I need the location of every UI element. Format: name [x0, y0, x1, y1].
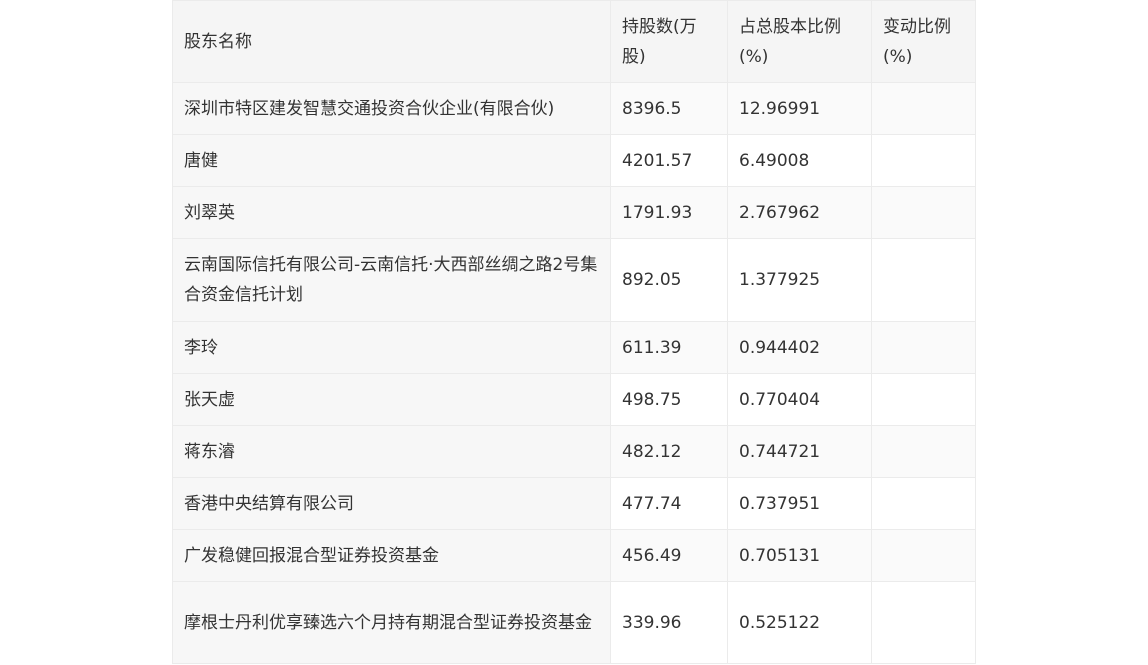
cell-change: [871, 238, 976, 322]
header-ratio: 占总股本比例(%): [727, 0, 872, 83]
table-row: 蒋东濬 482.12 0.744721: [172, 425, 976, 478]
cell-change: [871, 529, 976, 582]
header-shareholder-name: 股东名称: [172, 0, 611, 83]
cell-ratio: 0.770404: [727, 373, 872, 426]
cell-shareholder-name: 摩根士丹利优享臻选六个月持有期混合型证券投资基金: [172, 581, 611, 664]
cell-change: [871, 321, 976, 374]
shareholders-table-container: 股东名称 持股数(万股) 占总股本比例(%) 变动比例(%) 深圳市特区建发智慧…: [172, 0, 976, 664]
table-header-row: 股东名称 持股数(万股) 占总股本比例(%) 变动比例(%): [172, 0, 976, 83]
cell-shares: 456.49: [610, 529, 728, 582]
table-row: 深圳市特区建发智慧交通投资合伙企业(有限合伙) 8396.5 12.96991: [172, 82, 976, 135]
cell-change: [871, 425, 976, 478]
cell-shareholder-name: 张天虚: [172, 373, 611, 426]
table-row: 香港中央结算有限公司 477.74 0.737951: [172, 477, 976, 530]
cell-ratio: 0.737951: [727, 477, 872, 530]
cell-shareholder-name: 广发稳健回报混合型证券投资基金: [172, 529, 611, 582]
cell-shares: 1791.93: [610, 186, 728, 239]
cell-ratio: 12.96991: [727, 82, 872, 135]
cell-ratio: 0.705131: [727, 529, 872, 582]
cell-shareholder-name: 李玲: [172, 321, 611, 374]
table-row: 广发稳健回报混合型证券投资基金 456.49 0.705131: [172, 529, 976, 582]
table-row: 摩根士丹利优享臻选六个月持有期混合型证券投资基金 339.96 0.525122: [172, 581, 976, 664]
cell-ratio: 0.744721: [727, 425, 872, 478]
cell-shareholder-name: 云南国际信托有限公司-云南信托·大西部丝绸之路2号集合资金信托计划: [172, 238, 611, 322]
cell-ratio: 0.944402: [727, 321, 872, 374]
table-row: 张天虚 498.75 0.770404: [172, 373, 976, 426]
header-shares: 持股数(万股): [610, 0, 728, 83]
cell-change: [871, 581, 976, 664]
cell-change: [871, 373, 976, 426]
cell-ratio: 1.377925: [727, 238, 872, 322]
cell-shares: 892.05: [610, 238, 728, 322]
table-row: 唐健 4201.57 6.49008: [172, 134, 976, 187]
cell-shares: 611.39: [610, 321, 728, 374]
cell-shares: 8396.5: [610, 82, 728, 135]
cell-change: [871, 477, 976, 530]
cell-change: [871, 134, 976, 187]
cell-shareholder-name: 深圳市特区建发智慧交通投资合伙企业(有限合伙): [172, 82, 611, 135]
header-change: 变动比例(%): [871, 0, 976, 83]
cell-shares: 482.12: [610, 425, 728, 478]
shareholders-table: 股东名称 持股数(万股) 占总股本比例(%) 变动比例(%) 深圳市特区建发智慧…: [172, 0, 976, 664]
table-row: 李玲 611.39 0.944402: [172, 321, 976, 374]
cell-shareholder-name: 刘翠英: [172, 186, 611, 239]
cell-change: [871, 82, 976, 135]
table-row: 刘翠英 1791.93 2.767962: [172, 186, 976, 239]
cell-ratio: 6.49008: [727, 134, 872, 187]
cell-shareholder-name: 蒋东濬: [172, 425, 611, 478]
cell-shares: 498.75: [610, 373, 728, 426]
cell-shareholder-name: 香港中央结算有限公司: [172, 477, 611, 530]
cell-shareholder-name: 唐健: [172, 134, 611, 187]
cell-change: [871, 186, 976, 239]
cell-shares: 339.96: [610, 581, 728, 664]
table-row: 云南国际信托有限公司-云南信托·大西部丝绸之路2号集合资金信托计划 892.05…: [172, 238, 976, 322]
cell-ratio: 0.525122: [727, 581, 872, 664]
cell-shares: 477.74: [610, 477, 728, 530]
cell-ratio: 2.767962: [727, 186, 872, 239]
cell-shares: 4201.57: [610, 134, 728, 187]
